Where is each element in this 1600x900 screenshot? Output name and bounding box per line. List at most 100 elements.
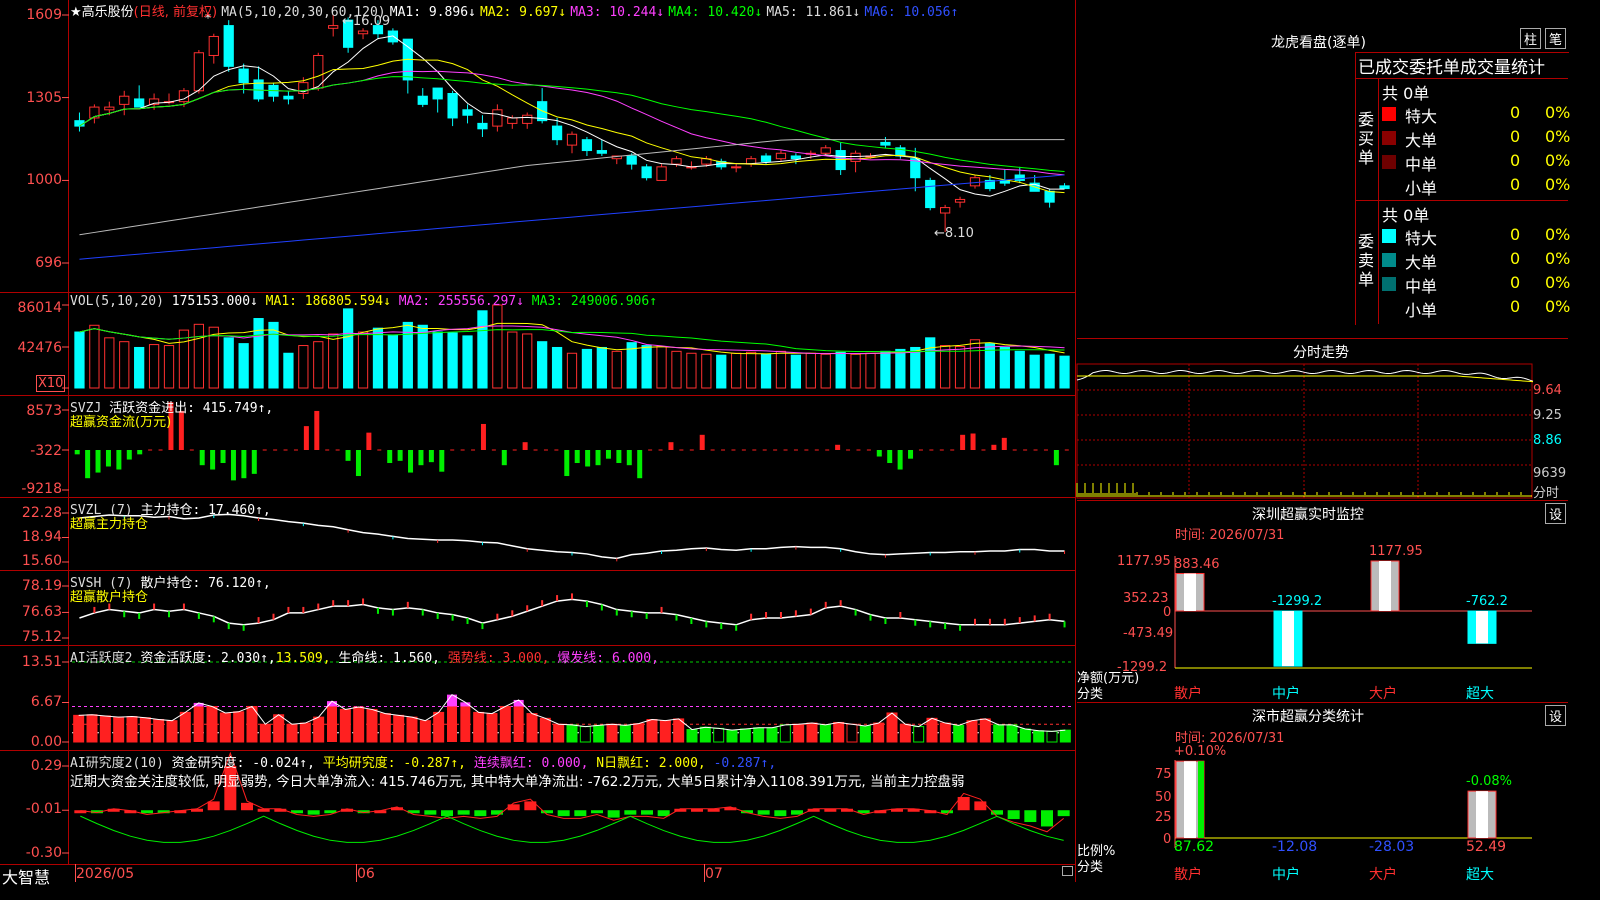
order-percent: 0%: [1545, 273, 1571, 292]
stock-name[interactable]: 高乐股份: [82, 5, 134, 20]
ai1-bar: [460, 706, 471, 742]
svzj-bar: [595, 450, 601, 466]
candle: [850, 152, 861, 162]
volume-bar: [148, 344, 160, 389]
ai1-strong: 强势线: 3.000,: [447, 651, 550, 666]
volume-bar: [820, 353, 831, 389]
svzj-bar: [908, 450, 914, 459]
ai2-bar: [424, 810, 437, 815]
ai1-bar: [873, 722, 885, 743]
ai2-green-line: [80, 815, 1064, 843]
vol-axis-label: 42476: [17, 340, 62, 356]
right-plot-svg: [1076, 363, 1534, 848]
candle: [626, 155, 637, 165]
ai2-bar: [657, 810, 670, 817]
ai2-summary: 近期大资金关注度较低, 明显弱势, 今日大单净流入: 415.746万元, 其中…: [70, 774, 965, 790]
ai1-bar: [299, 722, 311, 743]
monitor-category: 超大: [1466, 686, 1494, 702]
class-bar-highlight: [1184, 761, 1196, 838]
right-panel: 龙虎看盘(逐单) 柱 笔 已成交委托单成交量统计 委买单 共 0单 委卖单 共 …: [1076, 0, 1571, 883]
volume-bar: [716, 354, 727, 389]
svzl-axis-label: 18.94: [21, 529, 62, 545]
ai2-bar: [141, 810, 153, 814]
ai2-bar: [1041, 810, 1053, 827]
ma120-line: [79, 174, 1065, 260]
candle: [566, 133, 578, 146]
ai1-bar: [313, 716, 325, 743]
candle: [641, 166, 652, 179]
candle: [283, 95, 294, 100]
ai1-bar: [859, 725, 871, 743]
date-tick: [356, 864, 357, 882]
ai1-bar: [393, 714, 405, 743]
ai1-bar: [899, 723, 911, 743]
ai1-bar: [993, 724, 1005, 743]
svzj-bar: [970, 433, 976, 450]
candle: [596, 150, 607, 154]
ai1-bar: [433, 711, 445, 743]
ai1-bar: [793, 723, 805, 743]
svzj-bar: [199, 450, 205, 466]
svsh-sub: 超赢散户持仓: [70, 590, 149, 605]
star-icon[interactable]: ★: [70, 5, 82, 20]
ai1-bar: [726, 729, 738, 743]
date-label: 06: [357, 866, 375, 882]
ai2-bar: [624, 810, 637, 815]
order-color-swatch: [1382, 107, 1396, 121]
svzj-bar: [887, 450, 893, 464]
svzj-axis-label: -9218: [21, 481, 62, 497]
candle: [208, 35, 219, 56]
ai1-bar: [73, 714, 85, 743]
ai1-bar: [99, 715, 111, 743]
volume-bar: [686, 352, 697, 389]
order-type-label: 特大: [1405, 107, 1438, 126]
ai2-bar: [974, 801, 987, 811]
ai1-bar: [113, 716, 125, 743]
order-color-swatch: [1382, 253, 1396, 267]
svzj-bar: [605, 450, 611, 459]
ai1-bar: [753, 727, 765, 743]
class-bar-value: -12.08: [1272, 839, 1318, 855]
lock-icon[interactable]: [1062, 866, 1073, 876]
candle: [1014, 174, 1025, 181]
ai2-bar: [441, 810, 453, 817]
class-bar-top-label: +0.10%: [1174, 744, 1227, 760]
svzj-bar: [74, 450, 80, 455]
ma2-value: MA2: 9.697↓: [479, 5, 567, 20]
volume-bar: [477, 310, 488, 389]
ai2-header: AI研究度2(10) 资金研究度: -0.024↑, 平均研究度: -0.287…: [70, 752, 776, 771]
monitor-bar-value: 1177.95: [1369, 544, 1423, 559]
high-annotation: ←16.09: [342, 14, 391, 29]
volume-bar: [432, 331, 443, 389]
volume-bar: [74, 331, 85, 389]
svzj-bar: [210, 450, 216, 470]
order-type-label: 小单: [1405, 179, 1438, 198]
candle: [1044, 190, 1055, 203]
main-chart-area[interactable]: * ★高乐股份(日线, 前复权) MA(5,10,20,30,60,120) M…: [0, 0, 1076, 887]
vol-header: VOL(5,10,20) 175153.000↓ MA1: 186805.594…: [70, 294, 657, 309]
svzj-bar: [428, 450, 434, 463]
ai1-bar: [1033, 730, 1045, 743]
monitor-bar-highlight: [1282, 611, 1294, 667]
candle: [790, 155, 802, 160]
period-label[interactable]: (日线, 前复权): [134, 5, 217, 20]
order-percent: 0%: [1545, 175, 1571, 194]
class-bar-accent: [1198, 761, 1204, 838]
order-count: 0: [1510, 249, 1521, 268]
svzj-bar: [241, 450, 247, 479]
price-axis-label: 696: [35, 255, 62, 271]
ai1-bar: [1006, 724, 1018, 743]
volume-bar: [805, 352, 816, 389]
brand-logo[interactable]: 大智慧: [2, 864, 50, 888]
volume-bar: [537, 341, 548, 389]
candle: [671, 158, 682, 165]
ai2-axis-label: -0.30: [25, 845, 62, 861]
fenshi-avg-line: [1077, 375, 1534, 383]
candle: [432, 87, 443, 100]
ma3-value: MA3: 10.244↓: [570, 5, 665, 20]
volume-bar: [372, 327, 384, 389]
class-category: 大户: [1369, 867, 1397, 883]
volume-bar: [253, 318, 264, 389]
ai1-bar: [219, 712, 231, 743]
ai1-bar: [206, 705, 218, 743]
